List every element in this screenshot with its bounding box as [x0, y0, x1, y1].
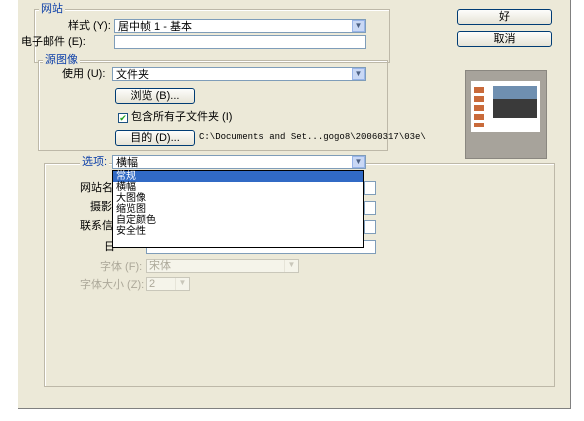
contact-label: 联系信	[80, 220, 113, 232]
preview-page	[471, 81, 540, 132]
ok-button[interactable]: 好	[457, 9, 552, 25]
email-label: 电子邮件 (E):	[21, 36, 86, 48]
font-select-value: 宋体	[149, 260, 171, 272]
photographer-field[interactable]	[364, 201, 376, 215]
site-name-field[interactable]	[364, 181, 376, 195]
font-select[interactable]: 宋体 ▼	[146, 259, 299, 273]
destination-path: C:\Documents and Set...gogo8\20060317\03…	[199, 132, 426, 142]
site-name-label: 网站名	[80, 182, 113, 194]
chevron-down-icon: ▼	[352, 20, 365, 32]
source-group-legend: 源图像	[43, 54, 80, 66]
preview-thumb-strip	[474, 87, 484, 127]
destination-button[interactable]: 目的 (D)...	[115, 130, 195, 146]
site-group-legend: 网站	[39, 3, 65, 15]
contact-field[interactable]	[364, 220, 376, 234]
chevron-down-icon: ▼	[175, 278, 189, 290]
dropdown-option[interactable]: 自定颜色	[113, 215, 363, 226]
preview-main-photo	[493, 86, 537, 118]
include-subfolders-checkbox[interactable]: ✔	[118, 113, 128, 123]
dropdown-option[interactable]: 大图像	[113, 193, 363, 204]
font-size-select-value: 2	[149, 278, 156, 290]
style-select-value: 居中帧 1 - 基本	[118, 21, 192, 33]
options-select-value: 横幅	[116, 157, 138, 169]
chevron-down-icon: ▼	[284, 260, 298, 272]
email-field[interactable]	[114, 35, 366, 49]
dropdown-option[interactable]: 横幅	[113, 182, 363, 193]
use-select[interactable]: 文件夹 ▼	[112, 67, 366, 81]
font-size-label: 字体大小 (Z):	[80, 279, 145, 291]
style-select[interactable]: 居中帧 1 - 基本 ▼	[114, 19, 366, 33]
chevron-down-icon: ▼	[352, 156, 365, 168]
font-size-select[interactable]: 2 ▼	[146, 277, 190, 291]
cancel-button[interactable]: 取消	[457, 31, 552, 47]
use-select-value: 文件夹	[116, 69, 149, 81]
dropdown-option[interactable]: 安全性	[113, 226, 363, 237]
photographer-label: 摄影	[90, 201, 112, 213]
chevron-down-icon: ▼	[352, 68, 365, 80]
dropdown-option[interactable]: 常规	[113, 171, 363, 182]
use-label: 使用 (U):	[62, 68, 106, 80]
font-label: 字体 (F):	[100, 261, 143, 273]
browse-button[interactable]: 浏览 (B)...	[115, 88, 195, 104]
include-subfolders-label: 包含所有子文件夹 (I)	[131, 111, 233, 123]
dropdown-option[interactable]: 缩览图	[113, 204, 363, 215]
preview-thumbnail	[465, 70, 547, 159]
options-dropdown-list: 常规 横幅 大图像 缩览图 自定颜色 安全性	[112, 170, 364, 248]
options-select[interactable]: 横幅 ▼	[112, 155, 366, 169]
style-label: 样式 (Y):	[68, 20, 111, 32]
options-label: 选项:	[80, 156, 110, 169]
